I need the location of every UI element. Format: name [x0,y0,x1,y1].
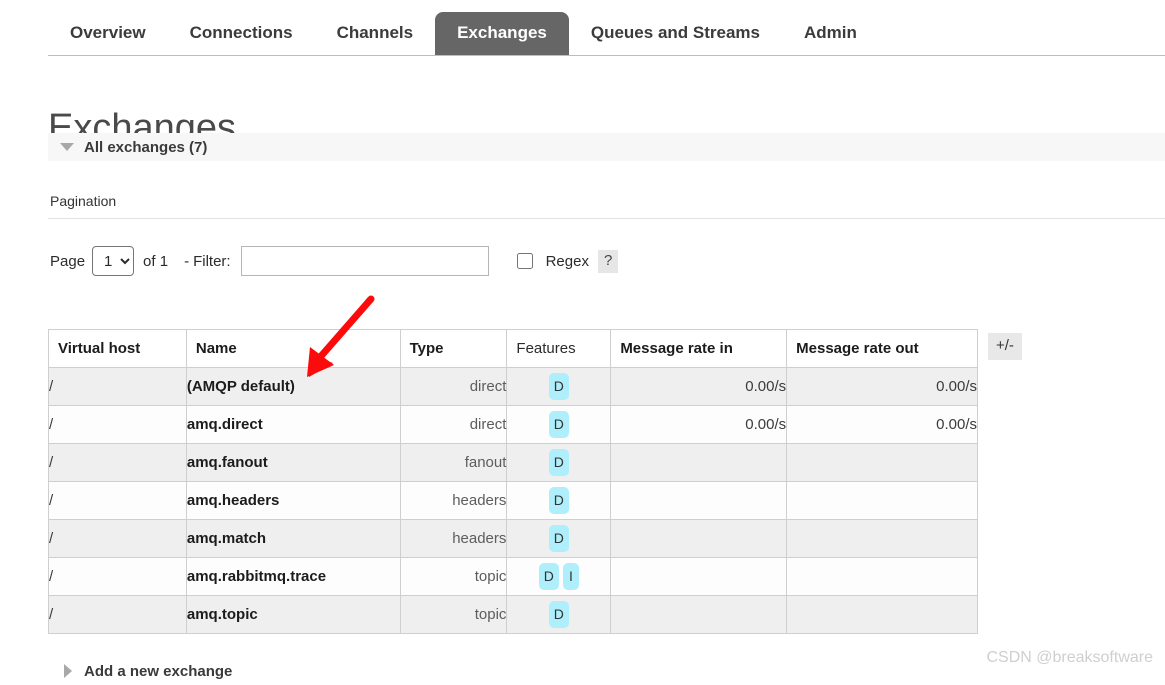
page-label: Page [50,252,86,270]
feature-badge-i[interactable]: I [562,563,579,590]
feature-badge-d[interactable]: D [548,411,569,438]
table-row: / amq.fanout fanout D [48,443,978,482]
cell-message-rate-out: 0.00/s [786,367,978,406]
cell-exchange-name[interactable]: (AMQP default) [185,367,401,406]
table-row: / amq.topic topic D [48,595,978,634]
exchanges-table-head: Virtual host Name Type Features Message rate… [48,329,978,368]
table-row: / amq.direct direct D 0.00/s 0.00/s [48,405,978,444]
feature-badge-d[interactable]: D [548,487,569,514]
nav-tab-list: Overview Connections Channels Exchanges Queu… [48,4,879,56]
feature-badge-d[interactable]: D [548,525,569,552]
page-total-label: of 1 [143,252,169,270]
cell-virtual-host: / [48,405,187,444]
nav-underline [48,55,1165,56]
cell-type: fanout [399,443,508,482]
top-navigation: Overview Connections Channels Exchanges Queu… [0,0,1165,56]
regex-checkbox[interactable] [516,253,533,269]
cell-virtual-host: / [48,595,187,634]
cell-exchange-name[interactable]: amq.rabbitmq.trace [185,557,401,596]
cell-message-rate-out [786,595,978,634]
cell-features: D [506,367,612,406]
cell-message-rate-out [786,443,978,482]
filter-label: Filter: [193,252,231,270]
column-toggle-button[interactable]: +/- [988,333,1022,360]
feature-badge-d[interactable]: D [548,601,569,628]
feature-badge-d[interactable]: D [548,373,569,400]
table-row: / amq.headers headers D [48,481,978,520]
cell-features: DI [506,557,612,596]
page-select[interactable]: 1 [92,246,135,276]
cell-exchange-name[interactable]: amq.direct [185,405,401,444]
table-header-row: Virtual host Name Type Features Message rate… [48,329,978,368]
regex-label: Regex [545,252,589,270]
table-row: / amq.match headers D [48,519,978,558]
column-header-vhost[interactable]: Virtual host [48,329,187,368]
cell-virtual-host: / [48,519,187,558]
cell-exchange-name[interactable]: amq.topic [185,595,401,634]
triangle-right-icon[interactable] [64,664,72,678]
cell-type: headers [399,481,508,520]
cell-message-rate-in [610,481,788,520]
column-header-rate_in[interactable]: Message rate in [610,329,788,368]
watermark: CSDN @breaksoftware [986,649,1153,666]
cell-virtual-host: / [48,557,187,596]
cell-features: D [506,481,612,520]
exchanges-table-body: / (AMQP default) direct D 0.00/s 0.00/s / amq.d… [48,367,978,634]
cell-message-rate-in [610,519,788,558]
cell-virtual-host: / [48,443,187,482]
table-row: / amq.rabbitmq.trace topic D I [48,557,978,596]
add-new-exchange-label: Add a new exchange [84,662,233,680]
all-exchanges-section-header[interactable]: All exchanges (7) [48,133,1165,161]
feature-badge-d[interactable]: D [548,449,569,476]
exchanges-table: Virtual host Name Type Features Message rate… [48,329,978,634]
all-exchanges-label: All exchanges (7) [84,138,208,156]
nav-tab-exchanges[interactable]: Exchanges [435,12,569,56]
cell-type: direct [399,367,508,406]
cell-message-rate-in: 0.00/s [610,405,788,444]
cell-exchange-name[interactable]: amq.match [185,519,401,558]
pagination-heading: Pagination [50,193,117,209]
cell-features: D [506,405,612,444]
cell-type: headers [399,519,508,558]
cell-exchange-name[interactable]: amq.headers [185,481,401,520]
cell-message-rate-in [610,443,788,482]
cell-message-rate-in: 0.00/s [610,367,788,406]
cell-features: D [506,595,612,634]
cell-type: topic [399,557,508,596]
cell-message-rate-out: 0.00/s [786,405,978,444]
cell-type: topic [399,595,508,634]
nav-tab-queues-and-streams[interactable]: Queues and Streams [569,12,782,56]
column-header-features: Features [506,329,612,368]
regex-help-button[interactable]: ? [597,249,619,273]
cell-exchange-name[interactable]: amq.fanout [185,443,401,482]
column-header-type[interactable]: Type [399,329,508,368]
nav-tab-connections[interactable]: Connections [168,12,315,56]
triangle-down-icon[interactable] [60,143,74,151]
cell-message-rate-out [786,481,978,520]
cell-message-rate-in [610,557,788,596]
column-header-rate_out[interactable]: Message rate out [786,329,978,368]
cell-features: D [506,443,612,482]
filter-dash: - [184,252,190,270]
pagination-divider [48,218,1165,219]
filter-input[interactable] [240,246,489,276]
cell-message-rate-in [610,595,788,634]
pagination-controls: Page 1 of 1 - Filter: Regex ? [50,245,619,277]
nav-tab-channels[interactable]: Channels [315,12,436,56]
cell-virtual-host: / [48,367,187,406]
cell-features: D [506,519,612,558]
feature-badge-d[interactable]: D [538,563,559,590]
cell-message-rate-out [786,519,978,558]
cell-virtual-host: / [48,481,187,520]
cell-message-rate-out [786,557,978,596]
nav-tab-overview[interactable]: Overview [48,12,168,56]
cell-type: direct [399,405,508,444]
column-header-name[interactable]: Name [185,329,401,368]
nav-tab-admin[interactable]: Admin [782,12,879,56]
table-row: / (AMQP default) direct D 0.00/s 0.00/s [48,367,978,406]
